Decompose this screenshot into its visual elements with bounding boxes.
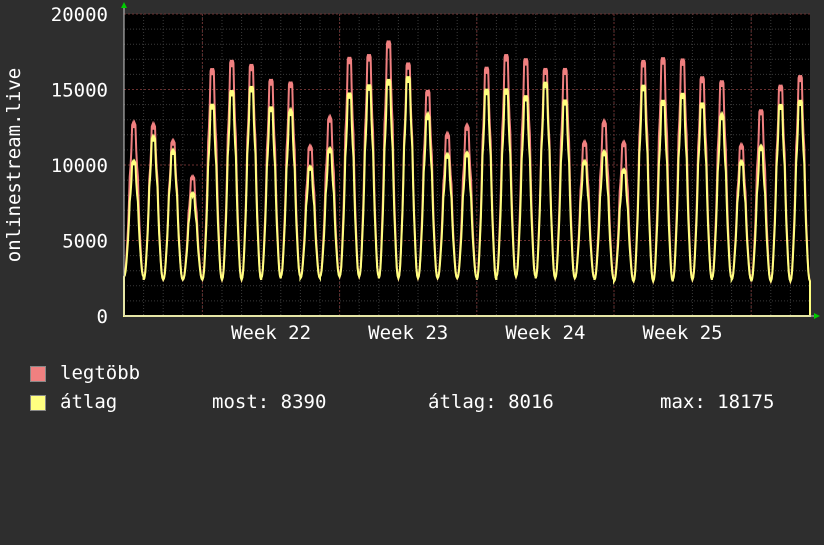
y-tick-label: 15000 (51, 80, 108, 102)
y-tick-label: 20000 (51, 4, 108, 26)
legend-max-label: legtöbb (60, 362, 141, 384)
stat-maximum: max: 18175 (660, 391, 775, 413)
legend-avg-row: átlag most: 8390 átlag: 8016 max: 18175 (30, 391, 810, 413)
y-tick-label: 5000 (62, 231, 108, 253)
x-tick-label: Week 25 (643, 322, 723, 344)
x-tick-label: Week 22 (231, 322, 311, 344)
y-tick-label: 10000 (51, 155, 108, 177)
legend-max-row: legtöbb (30, 362, 140, 384)
x-axis-arrow (814, 313, 820, 319)
stat-current: most: 8390 (212, 391, 327, 413)
y-tick-label: 0 (97, 306, 108, 328)
x-tick-label: Week 24 (505, 322, 585, 344)
legend-avg-swatch (30, 395, 46, 411)
legend-max-swatch (30, 366, 46, 382)
y-axis-label: onlinestream.live (3, 68, 25, 262)
legend-avg-label: átlag (60, 391, 118, 413)
rrd-graph: 0 5000 10000 15000 20000 Week 22 Week 23 Week 2… (0, 0, 824, 430)
traffic-chart: 0 5000 10000 15000 20000 Week 22 Week 23 Week 2… (3, 2, 820, 344)
y-axis-arrow (121, 2, 127, 8)
x-tick-label: Week 23 (368, 322, 448, 344)
stat-average: átlag: 8016 (428, 391, 554, 413)
